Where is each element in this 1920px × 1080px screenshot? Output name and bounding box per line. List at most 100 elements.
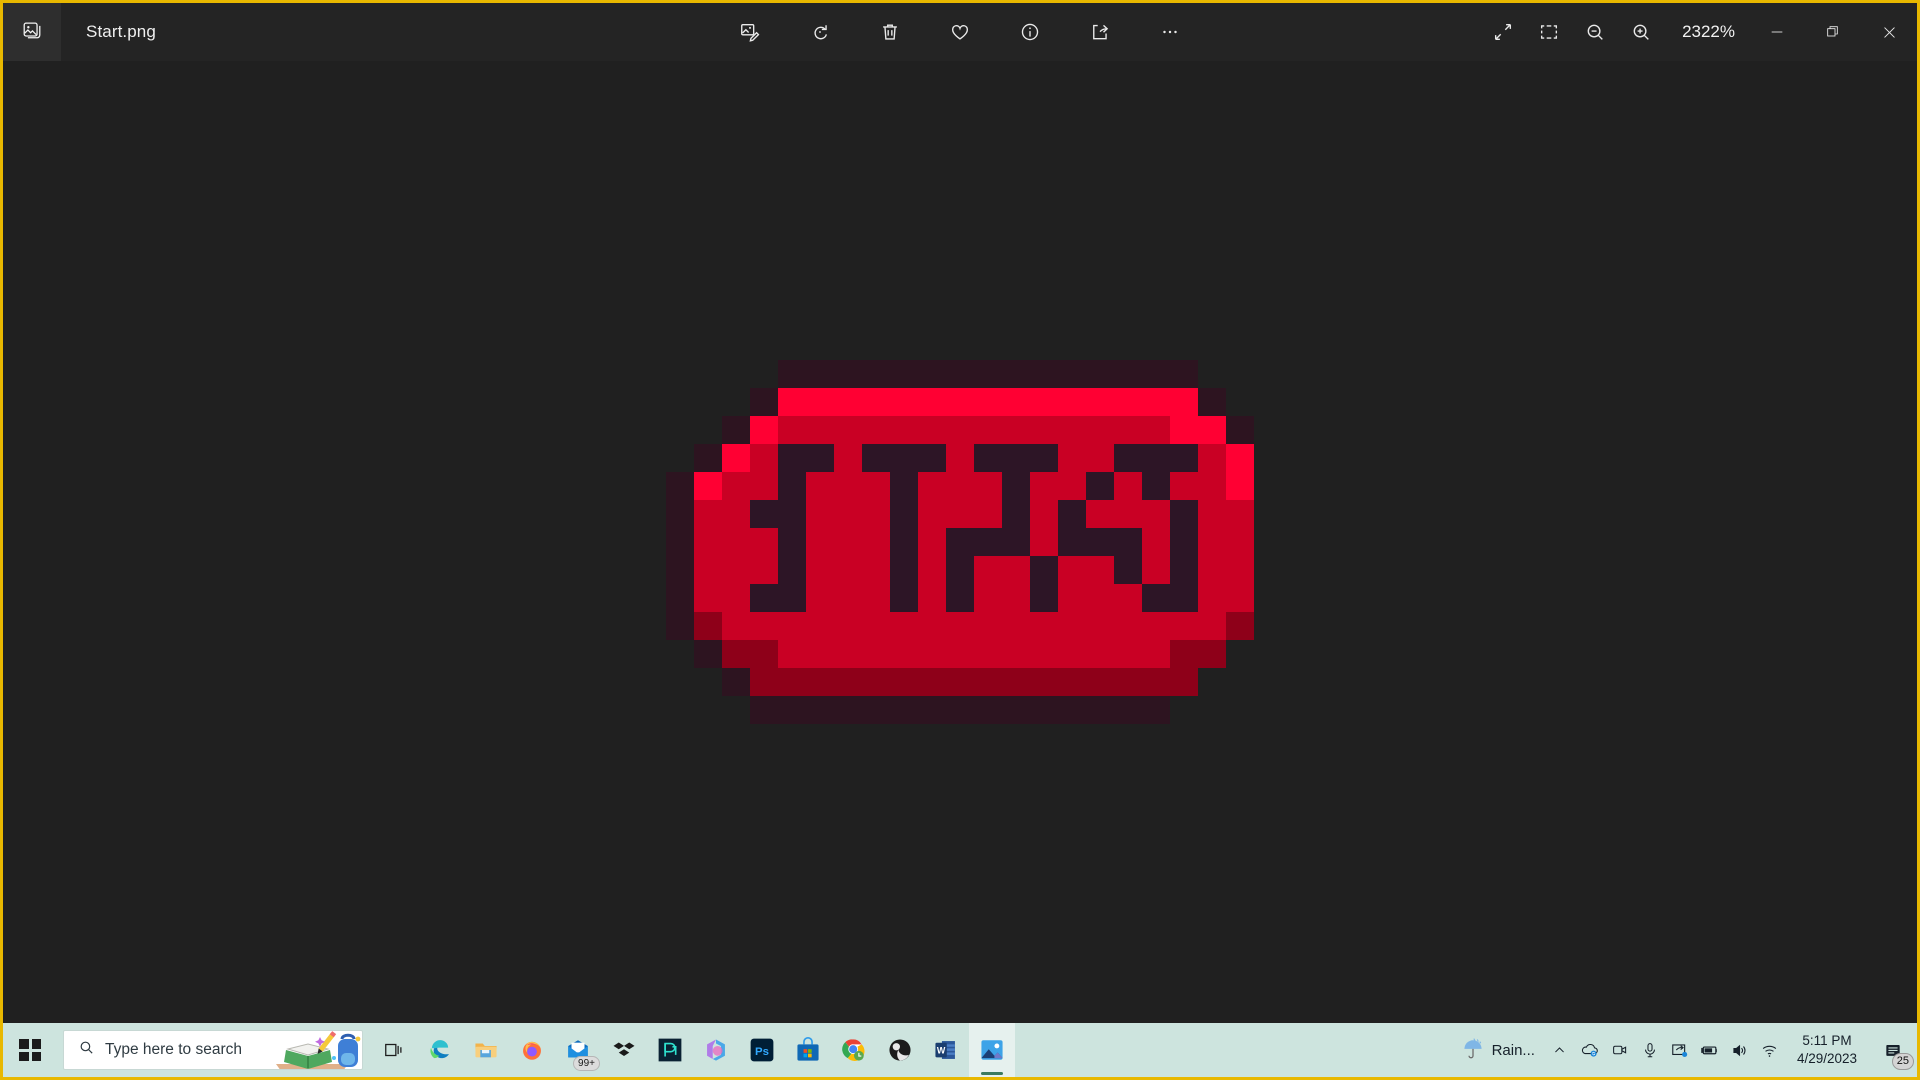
photos-app-icon[interactable]	[969, 1023, 1015, 1077]
art-pixel	[806, 528, 834, 556]
task-view-icon[interactable]	[371, 1023, 417, 1077]
art-pixel	[778, 388, 806, 416]
screen-share-icon[interactable]	[1665, 1023, 1695, 1077]
art-pixel	[890, 472, 918, 500]
art-pixel	[778, 612, 806, 640]
notification-center-button[interactable]: 25	[1869, 1023, 1917, 1077]
chevron-up-icon[interactable]	[1545, 1023, 1575, 1077]
art-pixel	[890, 668, 918, 696]
delete-icon[interactable]	[867, 12, 913, 52]
art-pixel	[1198, 528, 1226, 556]
art-pixel	[1002, 584, 1030, 612]
art-pixel	[1002, 500, 1030, 528]
art-pixel	[890, 696, 918, 724]
camera-icon[interactable]	[1605, 1023, 1635, 1077]
favorite-heart-icon[interactable]	[937, 12, 983, 52]
art-pixel	[1198, 416, 1226, 444]
google-chrome-icon[interactable]	[831, 1023, 877, 1077]
art-pixel	[918, 556, 946, 584]
microphone-icon[interactable]	[1635, 1023, 1665, 1077]
art-pixel	[778, 668, 806, 696]
zoom-in-icon[interactable]	[1618, 12, 1664, 52]
microsoft-store-icon[interactable]	[785, 1023, 831, 1077]
weather-widget[interactable]: Rain...	[1457, 1036, 1545, 1064]
art-pixel	[890, 556, 918, 584]
art-pixel	[890, 360, 918, 388]
search-icon	[78, 1039, 95, 1061]
art-pixel	[834, 444, 862, 472]
edit-image-icon[interactable]	[727, 12, 773, 52]
fullscreen-icon[interactable]	[1480, 12, 1526, 52]
art-pixel	[1114, 696, 1142, 724]
art-pixel	[1226, 500, 1254, 528]
art-pixel	[862, 556, 890, 584]
microsoft-edge-icon[interactable]	[417, 1023, 463, 1077]
art-pixel	[722, 612, 750, 640]
windows-start-button[interactable]	[3, 1023, 57, 1077]
art-pixel	[890, 416, 918, 444]
art-pixel	[722, 584, 750, 612]
art-pixel	[750, 556, 778, 584]
start-button-pixel-art	[666, 360, 1254, 724]
rotate-icon[interactable]	[797, 12, 843, 52]
firefox-icon[interactable]	[509, 1023, 555, 1077]
wifi-icon[interactable]	[1755, 1023, 1785, 1077]
art-pixel	[1086, 444, 1114, 472]
art-pixel	[1170, 528, 1198, 556]
art-pixel	[1114, 584, 1142, 612]
art-pixel	[806, 444, 834, 472]
art-pixel	[1170, 444, 1198, 472]
art-pixel	[1086, 640, 1114, 668]
photoshop-icon[interactable]: Ps	[739, 1023, 785, 1077]
art-pixel	[1142, 360, 1170, 388]
pp-app-icon[interactable]	[647, 1023, 693, 1077]
clock[interactable]: 5:11 PM 4/29/2023	[1785, 1032, 1869, 1068]
art-pixel	[862, 696, 890, 724]
battery-icon[interactable]	[1695, 1023, 1725, 1077]
onedrive-icon[interactable]	[1575, 1023, 1605, 1077]
microsoft-365-icon[interactable]	[693, 1023, 739, 1077]
image-canvas[interactable]	[3, 61, 1917, 1023]
art-pixel	[1198, 500, 1226, 528]
art-pixel	[918, 528, 946, 556]
share-icon[interactable]	[1077, 12, 1123, 52]
art-pixel	[1114, 556, 1142, 584]
photos-app-window: Start.png 2322% Type here to search 99+ …	[0, 0, 1920, 1080]
art-pixel	[722, 444, 750, 472]
art-pixel	[862, 668, 890, 696]
file-explorer-icon[interactable]	[463, 1023, 509, 1077]
art-pixel	[1226, 528, 1254, 556]
dropbox-icon[interactable]	[601, 1023, 647, 1077]
mail-icon[interactable]: 99+	[555, 1023, 601, 1077]
art-pixel	[1142, 640, 1170, 668]
art-pixel	[1170, 416, 1198, 444]
art-pixel	[1002, 528, 1030, 556]
art-pixel	[862, 640, 890, 668]
microsoft-word-icon[interactable]: W	[923, 1023, 969, 1077]
art-pixel	[1226, 444, 1254, 472]
art-pixel	[946, 500, 974, 528]
art-pixel	[974, 556, 1002, 584]
art-pixel	[918, 416, 946, 444]
art-pixel	[946, 640, 974, 668]
restore-button[interactable]	[1805, 3, 1861, 61]
art-pixel	[918, 584, 946, 612]
art-pixel	[946, 360, 974, 388]
art-pixel	[1170, 556, 1198, 584]
info-icon[interactable]	[1007, 12, 1053, 52]
art-pixel	[890, 388, 918, 416]
more-options-icon[interactable]	[1147, 12, 1193, 52]
obs-studio-icon[interactable]	[877, 1023, 923, 1077]
svg-text:Ps: Ps	[755, 1046, 769, 1058]
art-pixel	[750, 612, 778, 640]
fit-to-window-icon[interactable]	[1526, 12, 1572, 52]
zoom-out-icon[interactable]	[1572, 12, 1618, 52]
close-button[interactable]	[1861, 3, 1917, 61]
art-pixel	[1030, 388, 1058, 416]
art-pixel	[722, 416, 750, 444]
minimize-button[interactable]	[1749, 3, 1805, 61]
art-pixel	[946, 528, 974, 556]
volume-icon[interactable]	[1725, 1023, 1755, 1077]
search-input[interactable]: Type here to search	[63, 1030, 363, 1070]
notification-badge: 25	[1891, 1053, 1914, 1070]
